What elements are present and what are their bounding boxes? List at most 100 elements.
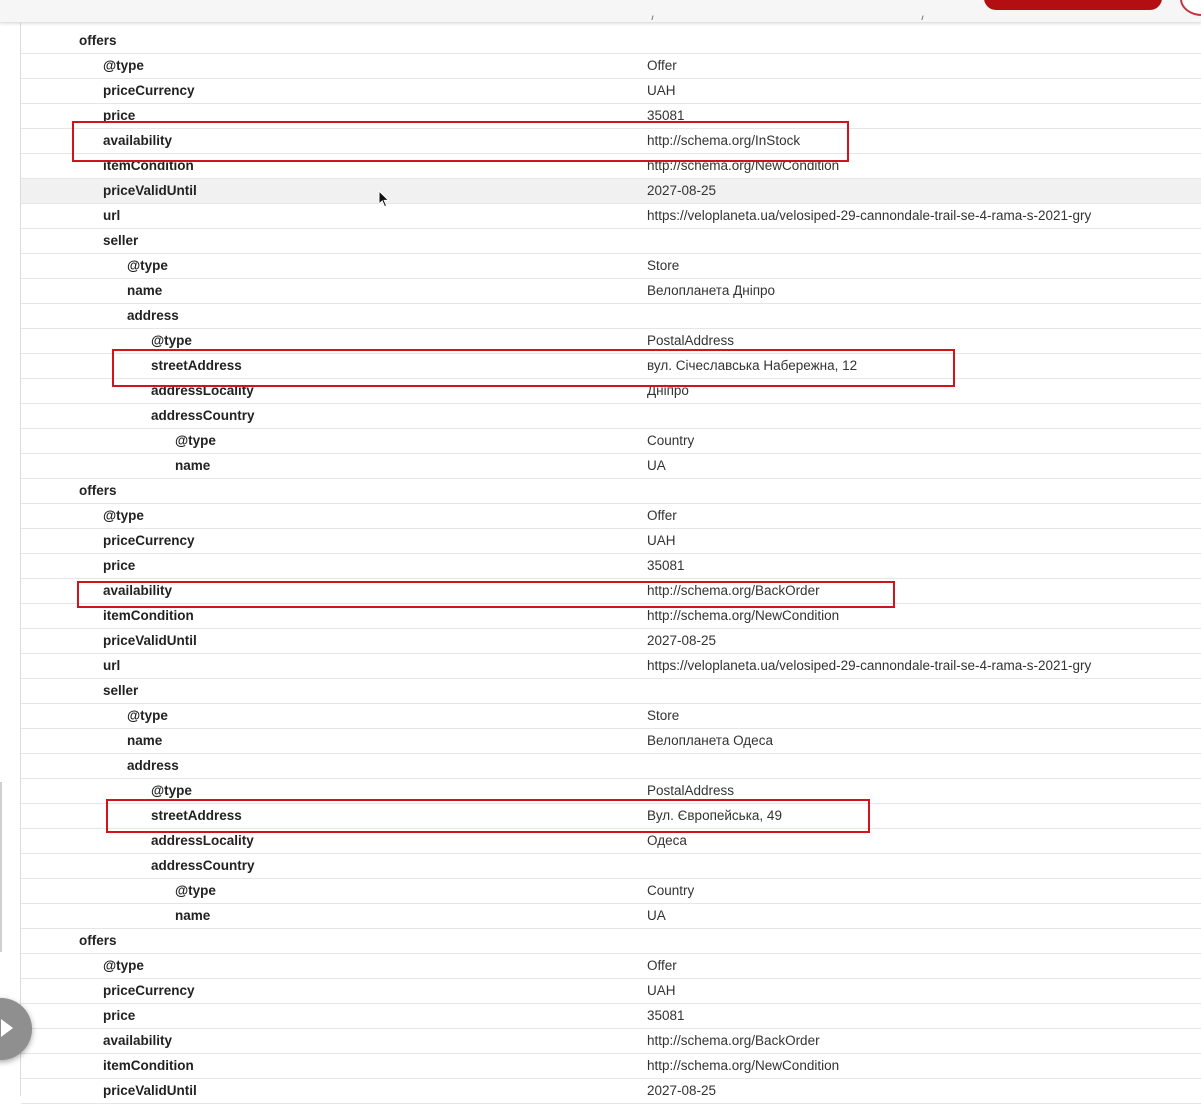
table-row: @type Store <box>21 704 1201 729</box>
property-key: name <box>127 733 163 748</box>
table-row: price 35081 <box>21 554 1201 579</box>
table-row: priceValidUntil 2027-08-25 <box>21 629 1201 654</box>
property-key: @type <box>151 333 192 348</box>
property-key: availability <box>103 133 173 148</box>
table-row: availability http://schema.org/BackOrder <box>21 1029 1201 1054</box>
table-row: seller <box>21 229 1201 254</box>
table-row: url https://veloplaneta.ua/velosiped-29-c… <box>21 654 1201 679</box>
property-key: @type <box>103 958 144 973</box>
play-icon <box>1 1019 13 1037</box>
property-value: Одеса <box>647 833 687 848</box>
property-key: availability <box>103 1033 173 1048</box>
table-row: itemCondition http://schema.org/NewCondit… <box>21 1054 1201 1079</box>
property-value: UAH <box>647 533 676 548</box>
property-key: priceCurrency <box>103 983 195 998</box>
property-value: 35081 <box>647 108 685 123</box>
property-value: http://schema.org/NewCondition <box>647 608 840 623</box>
table-row: price 35081 <box>21 104 1201 129</box>
circle-button[interactable] <box>1180 0 1201 16</box>
property-value: Offer <box>647 508 677 523</box>
table-row: availability http://schema.org/InStock <box>21 129 1201 154</box>
table-row: @type Country <box>21 429 1201 454</box>
property-key: offers <box>79 33 117 48</box>
property-key: address <box>127 758 179 773</box>
property-value: http://schema.org/BackOrder <box>647 1033 820 1048</box>
property-key: priceValidUntil <box>103 183 197 198</box>
table-row: priceCurrency UAH <box>21 79 1201 104</box>
property-key: streetAddress <box>151 358 242 373</box>
property-key: @type <box>103 58 144 73</box>
table-row: name UA <box>21 904 1201 929</box>
property-value: вул. Січеславська Набережна, 12 <box>647 358 858 373</box>
property-key: name <box>175 908 211 923</box>
property-key: addressCountry <box>151 408 255 423</box>
property-value: http://schema.org/InStock <box>647 133 801 148</box>
property-key: @type <box>151 783 192 798</box>
table-row: addressCountry <box>21 404 1201 429</box>
table-row: @type Offer <box>21 954 1201 979</box>
top-toolbar: / / <box>0 0 1201 23</box>
structured-data-table: offers @type Offer priceCurrency UAH price 350… <box>21 29 1201 1104</box>
property-key: priceCurrency <box>103 533 195 548</box>
property-value: PostalAddress <box>647 333 735 348</box>
primary-action-button[interactable] <box>984 0 1162 10</box>
table-row: name Велопланета Одеса <box>21 729 1201 754</box>
table-row: price 35081 <box>21 1004 1201 1029</box>
table-row: @type Offer <box>21 54 1201 79</box>
table-row: addressLocality Дніпро <box>21 379 1201 404</box>
cut-off-text-left: / <box>650 14 654 20</box>
property-value: UAH <box>647 83 676 98</box>
property-value: UA <box>647 908 666 923</box>
property-value: UA <box>647 458 666 473</box>
table-row: address <box>21 754 1201 779</box>
property-value: http://schema.org/NewCondition <box>647 158 840 173</box>
table-row: itemCondition http://schema.org/NewCondit… <box>21 604 1201 629</box>
table-row: priceValidUntil 2027-08-25 <box>21 1079 1201 1104</box>
table-row: @type Store <box>21 254 1201 279</box>
table-row: @type PostalAddress <box>21 329 1201 354</box>
table-row: itemCondition http://schema.org/NewCondit… <box>21 154 1201 179</box>
property-key: address <box>127 308 179 323</box>
property-value: Offer <box>647 58 677 73</box>
property-value: 2027-08-25 <box>647 633 717 648</box>
table-row: offers <box>21 29 1201 54</box>
property-key: @type <box>103 508 144 523</box>
property-key: name <box>127 283 163 298</box>
cut-off-text-right: / <box>920 14 924 20</box>
property-key: addressLocality <box>151 833 254 848</box>
property-value: 35081 <box>647 558 685 573</box>
property-key: url <box>103 208 121 223</box>
table-row: url https://veloplaneta.ua/velosiped-29-c… <box>21 204 1201 229</box>
property-key: seller <box>103 233 139 248</box>
table-row: streetAddress вул. Січеславська Набережна… <box>21 354 1201 379</box>
table-row: offers <box>21 929 1201 954</box>
table-row: streetAddress Вул. Європейська, 49 <box>21 804 1201 829</box>
property-key: @type <box>127 258 168 273</box>
table-row: priceValidUntil 2027-08-25 <box>21 179 1201 204</box>
property-key: priceValidUntil <box>103 633 197 648</box>
property-key: offers <box>79 933 117 948</box>
table-row: addressLocality Одеса <box>21 829 1201 854</box>
property-key: url <box>103 658 121 673</box>
property-value: Country <box>647 883 695 898</box>
property-value: Store <box>647 708 680 723</box>
table-row: addressCountry <box>21 854 1201 879</box>
table-row: @type Country <box>21 879 1201 904</box>
property-value: Велопланета Дніпро <box>647 283 776 298</box>
gutter-scroll-mark <box>0 782 2 952</box>
property-key: addressCountry <box>151 858 255 873</box>
property-value: 35081 <box>647 1008 685 1023</box>
property-key: addressLocality <box>151 383 254 398</box>
table-row: name UA <box>21 454 1201 479</box>
property-key: itemCondition <box>103 158 194 173</box>
property-value: Country <box>647 433 695 448</box>
table-row: availability http://schema.org/BackOrder <box>21 579 1201 604</box>
property-value: https://veloplaneta.ua/velosiped-29-cann… <box>647 208 1092 223</box>
property-key: streetAddress <box>151 808 242 823</box>
table-row: seller <box>21 679 1201 704</box>
left-gutter <box>0 22 21 1096</box>
property-value: UAH <box>647 983 676 998</box>
property-key: itemCondition <box>103 608 194 623</box>
property-value: http://schema.org/BackOrder <box>647 583 820 598</box>
property-value: Вул. Європейська, 49 <box>647 808 782 823</box>
